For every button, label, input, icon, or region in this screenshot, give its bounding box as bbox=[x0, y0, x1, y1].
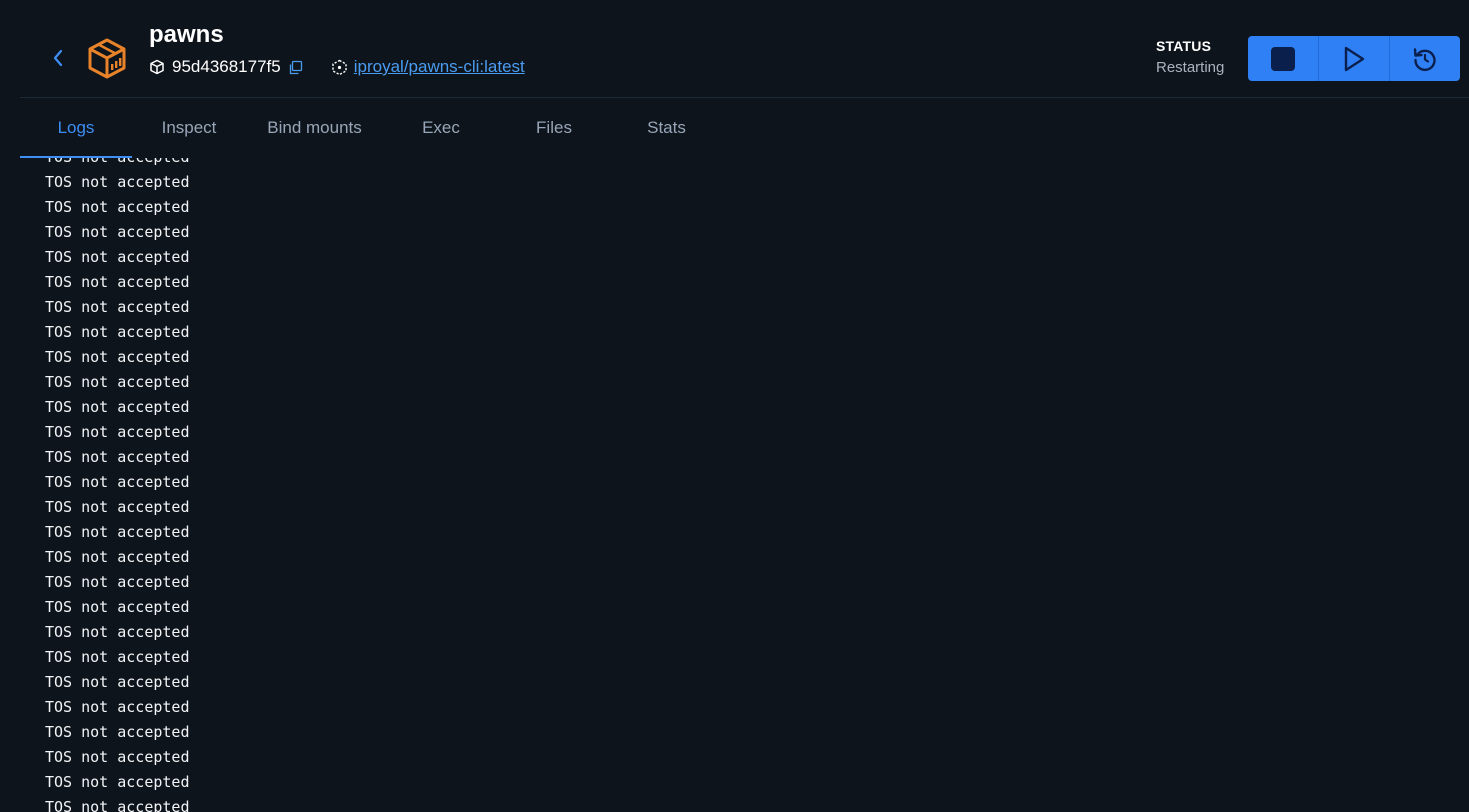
stop-button[interactable] bbox=[1248, 36, 1319, 81]
log-line: TOS not accepted bbox=[45, 598, 190, 616]
log-line: TOS not accepted bbox=[45, 423, 190, 441]
log-line: TOS not accepted bbox=[45, 348, 190, 366]
log-line: TOS not accepted bbox=[45, 248, 190, 266]
play-icon bbox=[1344, 46, 1365, 71]
log-line: TOS not accepted bbox=[45, 373, 190, 391]
log-lines: TOS not accepted TOS not accepted TOS not … bbox=[45, 158, 190, 812]
log-line: TOS not accepted bbox=[45, 198, 190, 216]
log-line: TOS not accepted bbox=[45, 448, 190, 466]
log-line: TOS not accepted bbox=[45, 273, 190, 291]
chevron-left-icon bbox=[53, 49, 63, 67]
start-button[interactable] bbox=[1319, 36, 1390, 81]
log-line: TOS not accepted bbox=[45, 173, 190, 191]
restart-icon bbox=[1413, 47, 1436, 71]
log-line: TOS not accepted bbox=[45, 723, 190, 741]
container-detail-view: pawns 95d4368177f5 iproyal/pawns-cli:lat… bbox=[0, 0, 1469, 812]
tab-bar: Logs Inspect Bind mounts Exec Files Stat… bbox=[20, 98, 724, 158]
stop-icon bbox=[1271, 46, 1295, 71]
cube-icon bbox=[150, 59, 164, 75]
log-line: TOS not accepted bbox=[45, 698, 190, 716]
container-box-icon bbox=[88, 38, 126, 79]
log-line: TOS not accepted bbox=[45, 773, 190, 791]
log-line: TOS not accepted bbox=[45, 548, 190, 566]
log-line: TOS not accepted bbox=[45, 648, 190, 666]
status-value: Restarting bbox=[1156, 59, 1225, 76]
copy-icon[interactable] bbox=[288, 60, 303, 75]
tab-stats[interactable]: Stats bbox=[609, 98, 724, 158]
tab-inspect[interactable]: Inspect bbox=[132, 98, 246, 158]
tab-bind-mounts[interactable]: Bind mounts bbox=[246, 98, 383, 158]
log-line: TOS not accepted bbox=[45, 398, 190, 416]
log-line: TOS not accepted bbox=[45, 223, 190, 241]
log-line: TOS not accepted bbox=[45, 473, 190, 491]
log-line: TOS not accepted bbox=[45, 158, 190, 170]
log-line: TOS not accepted bbox=[45, 673, 190, 691]
tab-exec[interactable]: Exec bbox=[383, 98, 499, 158]
tab-files[interactable]: Files bbox=[499, 98, 609, 158]
status-label: STATUS bbox=[1156, 38, 1212, 54]
container-header: pawns 95d4368177f5 iproyal/pawns-cli:lat… bbox=[20, 0, 1469, 98]
tab-logs[interactable]: Logs bbox=[20, 98, 132, 158]
image-layers-icon bbox=[332, 59, 347, 75]
log-line: TOS not accepted bbox=[45, 798, 190, 812]
back-button[interactable] bbox=[48, 44, 68, 72]
log-line: TOS not accepted bbox=[45, 298, 190, 316]
container-meta-row: 95d4368177f5 iproyal/pawns-cli:latest bbox=[149, 56, 525, 78]
log-line: TOS not accepted bbox=[45, 623, 190, 641]
log-line: TOS not accepted bbox=[45, 748, 190, 766]
container-name: pawns bbox=[149, 21, 224, 48]
log-line: TOS not accepted bbox=[45, 498, 190, 516]
image-link[interactable]: iproyal/pawns-cli:latest bbox=[354, 57, 525, 77]
log-line: TOS not accepted bbox=[45, 573, 190, 591]
log-line: TOS not accepted bbox=[45, 523, 190, 541]
container-id: 95d4368177f5 bbox=[172, 57, 281, 76]
log-output[interactable]: TOS not accepted TOS not accepted TOS not … bbox=[20, 158, 1469, 812]
container-actions bbox=[1248, 36, 1460, 81]
restart-button[interactable] bbox=[1390, 36, 1460, 81]
status-block: STATUS Restarting bbox=[1156, 38, 1224, 76]
log-line: TOS not accepted bbox=[45, 323, 190, 341]
